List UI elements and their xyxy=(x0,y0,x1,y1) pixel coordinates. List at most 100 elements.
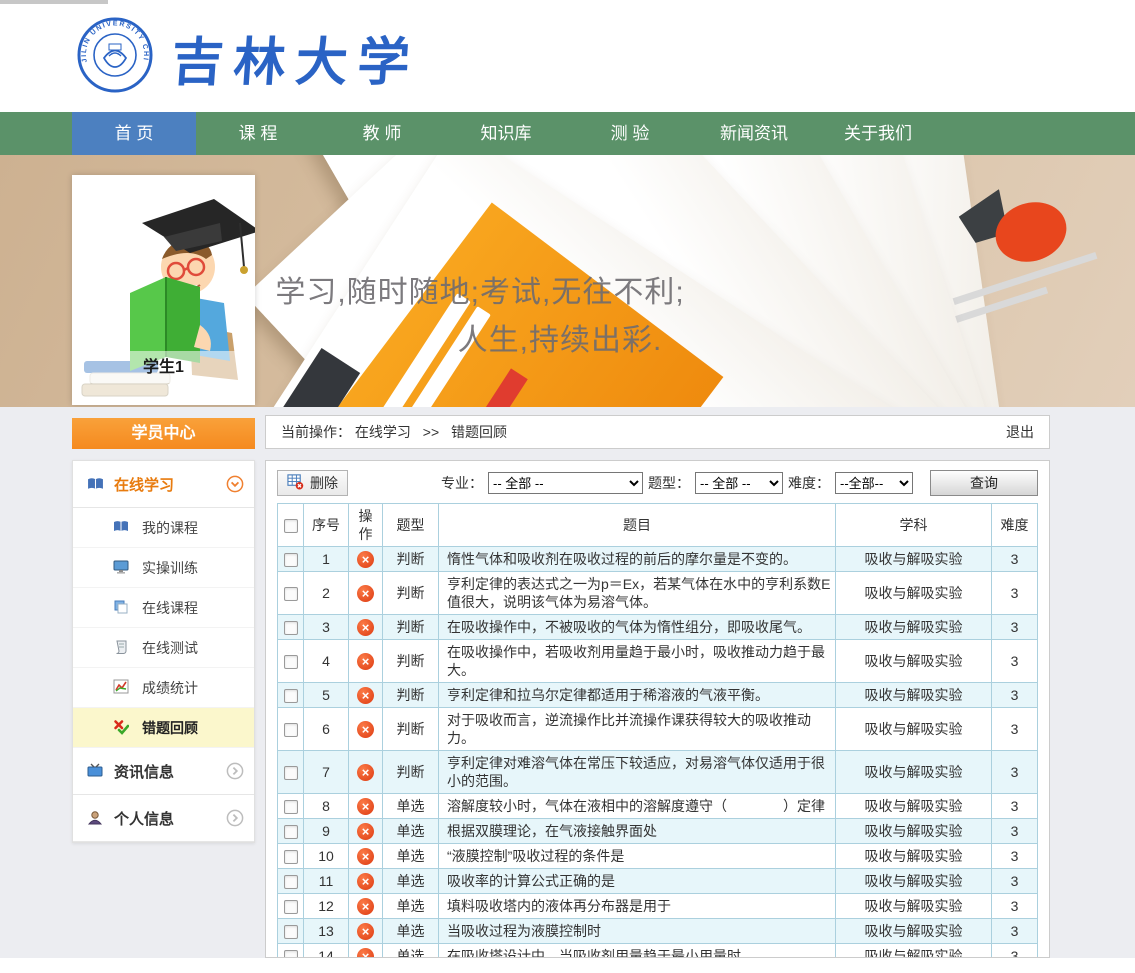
sidebar-item-label: 资讯信息 xyxy=(114,761,174,782)
nav-item[interactable]: 关于我们 xyxy=(816,112,940,155)
table-row: 9 × 单选 根据双膜理论，在气液接触界面处 吸收与解吸实验 3 xyxy=(278,819,1038,844)
row-checkbox[interactable] xyxy=(284,850,298,864)
sidebar-sub-item[interactable]: 实操训练 xyxy=(73,548,254,588)
delete-row-icon[interactable]: × xyxy=(357,764,374,781)
table-row: 3 × 判断 在吸收操作中，不被吸收的气体为惰性组分，即吸收尾气。 吸收与解吸实… xyxy=(278,615,1038,640)
filter-difficulty-select[interactable]: --全部-- xyxy=(835,472,913,494)
table-row: 4 × 判断 在吸收操作中，若吸收剂用量趋于最小时，吸收推动力趋于最大。 吸收与… xyxy=(278,640,1038,683)
nav-item[interactable]: 课 程 xyxy=(196,112,320,155)
hero-banner: 学习,随时随地;考试,无往不利; 人生,持续出彩. 学生1 xyxy=(0,155,1135,407)
query-button[interactable]: 查询 xyxy=(930,470,1038,496)
chevron-right-icon[interactable] xyxy=(226,762,244,780)
sidebar-sub-item[interactable]: 成绩统计 xyxy=(73,668,254,708)
delete-row-icon[interactable]: × xyxy=(357,898,374,915)
delete-row-icon[interactable]: × xyxy=(357,551,374,568)
table-header-cell: 题型 xyxy=(383,504,439,547)
row-checkbox[interactable] xyxy=(284,875,298,889)
cell-question: 惰性气体和吸收剂在吸收过程的前后的摩尔量是不变的。 xyxy=(439,547,836,572)
checkbox-cell xyxy=(278,894,304,919)
sidebar-member-center-header[interactable]: 学员中心 xyxy=(72,418,255,449)
nav-item[interactable]: 新闻资讯 xyxy=(692,112,816,155)
row-checkbox[interactable] xyxy=(284,900,298,914)
row-checkbox[interactable] xyxy=(284,723,298,737)
delete-table-icon xyxy=(287,473,304,493)
cell-question: 亨利定律和拉乌尔定律都适用于稀溶液的气液平衡。 xyxy=(439,683,836,708)
row-checkbox[interactable] xyxy=(284,766,298,780)
cell-question-type: 判断 xyxy=(383,683,439,708)
delete-row-icon[interactable]: × xyxy=(357,619,374,636)
checkbox-cell xyxy=(278,615,304,640)
cell-subject: 吸收与解吸实验 xyxy=(836,708,992,751)
delete-row-icon[interactable]: × xyxy=(357,848,374,865)
filter-major-select[interactable]: -- 全部 -- xyxy=(488,472,643,494)
select-all-checkbox[interactable] xyxy=(284,519,298,533)
sidebar-sub-item-label: 实操训练 xyxy=(142,558,198,578)
cell-action: × xyxy=(349,819,383,844)
row-checkbox[interactable] xyxy=(284,950,298,958)
person-icon xyxy=(87,810,104,827)
cell-difficulty: 3 xyxy=(992,944,1038,959)
nav-item[interactable]: 测 验 xyxy=(568,112,692,155)
cell-question: 亨利定律的表达式之一为p＝Ex，若某气体在水中的亨利系数E值很大，说明该气体为易… xyxy=(439,572,836,615)
delete-row-icon[interactable]: × xyxy=(357,721,374,738)
chart-icon xyxy=(113,679,130,696)
delete-row-icon[interactable]: × xyxy=(357,585,374,602)
sidebar-item[interactable]: 资讯信息 xyxy=(73,748,254,795)
row-checkbox[interactable] xyxy=(284,655,298,669)
cell-difficulty: 3 xyxy=(992,819,1038,844)
delete-row-icon[interactable]: × xyxy=(357,687,374,704)
cell-subject: 吸收与解吸实验 xyxy=(836,640,992,683)
cell-difficulty: 3 xyxy=(992,794,1038,819)
nav-item[interactable]: 知识库 xyxy=(444,112,568,155)
breadcrumb-separator: >> xyxy=(423,424,439,440)
row-checkbox[interactable] xyxy=(284,689,298,703)
sidebar-item-online-study[interactable]: 在线学习 xyxy=(73,461,254,508)
sidebar-sub-item[interactable]: 在线测试 xyxy=(73,628,254,668)
content-region: 学员中心 在线学习 我的课程 实操训练 xyxy=(0,407,1135,958)
cell-action: × xyxy=(349,708,383,751)
site-header: JILIN UNIVERSITY CHINA 吉林大学 xyxy=(0,4,1135,112)
nav-item[interactable]: 首 页 xyxy=(72,112,196,155)
cell-question: 亨利定律对难溶气体在常压下较适应，对易溶气体仅适用于很小的范围。 xyxy=(439,751,836,794)
cell-difficulty: 3 xyxy=(992,547,1038,572)
sidebar-sub-item[interactable]: 在线课程 xyxy=(73,588,254,628)
delete-row-icon[interactable]: × xyxy=(357,923,374,940)
cell-subject: 吸收与解吸实验 xyxy=(836,869,992,894)
cell-difficulty: 3 xyxy=(992,708,1038,751)
cell-no: 3 xyxy=(304,615,349,640)
delete-button[interactable]: 删除 xyxy=(277,470,348,496)
main-panel: 删除 专业： -- 全部 -- 题型： -- 全部 -- 难度： --全部-- … xyxy=(265,460,1050,958)
row-checkbox[interactable] xyxy=(284,825,298,839)
breadcrumb-current: 错题回顾 xyxy=(451,424,507,440)
cell-question: 在吸收操作中，不被吸收的气体为惰性组分，即吸收尾气。 xyxy=(439,615,836,640)
cell-question: 根据双膜理论，在气液接触界面处 xyxy=(439,819,836,844)
nav-item[interactable]: 教 师 xyxy=(320,112,444,155)
delete-row-icon[interactable]: × xyxy=(357,873,374,890)
cell-action: × xyxy=(349,547,383,572)
row-checkbox[interactable] xyxy=(284,553,298,567)
monitor-icon xyxy=(113,559,130,576)
toolbar: 删除 专业： -- 全部 -- 题型： -- 全部 -- 难度： --全部-- … xyxy=(277,469,1038,497)
table-row: 7 × 判断 亨利定律对难溶气体在常压下较适应，对易溶气体仅适用于很小的范围。 … xyxy=(278,751,1038,794)
sidebar-item[interactable]: 个人信息 xyxy=(73,795,254,842)
delete-row-icon[interactable]: × xyxy=(357,798,374,815)
sidebar-sub-item[interactable]: 错题回顾 xyxy=(73,708,254,748)
row-checkbox[interactable] xyxy=(284,800,298,814)
checkbox-cell xyxy=(278,944,304,959)
delete-row-icon[interactable]: × xyxy=(357,948,374,958)
student-avatar-card: 学生1 xyxy=(72,175,255,405)
chevron-right-icon[interactable] xyxy=(226,809,244,827)
chevron-down-icon[interactable] xyxy=(226,475,244,493)
sidebar-sub-items: 我的课程 实操训练 在线课程 在线测试 xyxy=(73,508,254,748)
logout-link[interactable]: 退出 xyxy=(1006,416,1034,448)
filter-qtype-select[interactable]: -- 全部 -- xyxy=(695,472,783,494)
cell-subject: 吸收与解吸实验 xyxy=(836,919,992,944)
checkbox-cell xyxy=(278,844,304,869)
row-checkbox[interactable] xyxy=(284,621,298,635)
row-checkbox[interactable] xyxy=(284,587,298,601)
sidebar-sub-item[interactable]: 我的课程 xyxy=(73,508,254,548)
delete-row-icon[interactable]: × xyxy=(357,653,374,670)
delete-row-icon[interactable]: × xyxy=(357,823,374,840)
row-checkbox[interactable] xyxy=(284,925,298,939)
select-all-header-cell xyxy=(278,504,304,547)
